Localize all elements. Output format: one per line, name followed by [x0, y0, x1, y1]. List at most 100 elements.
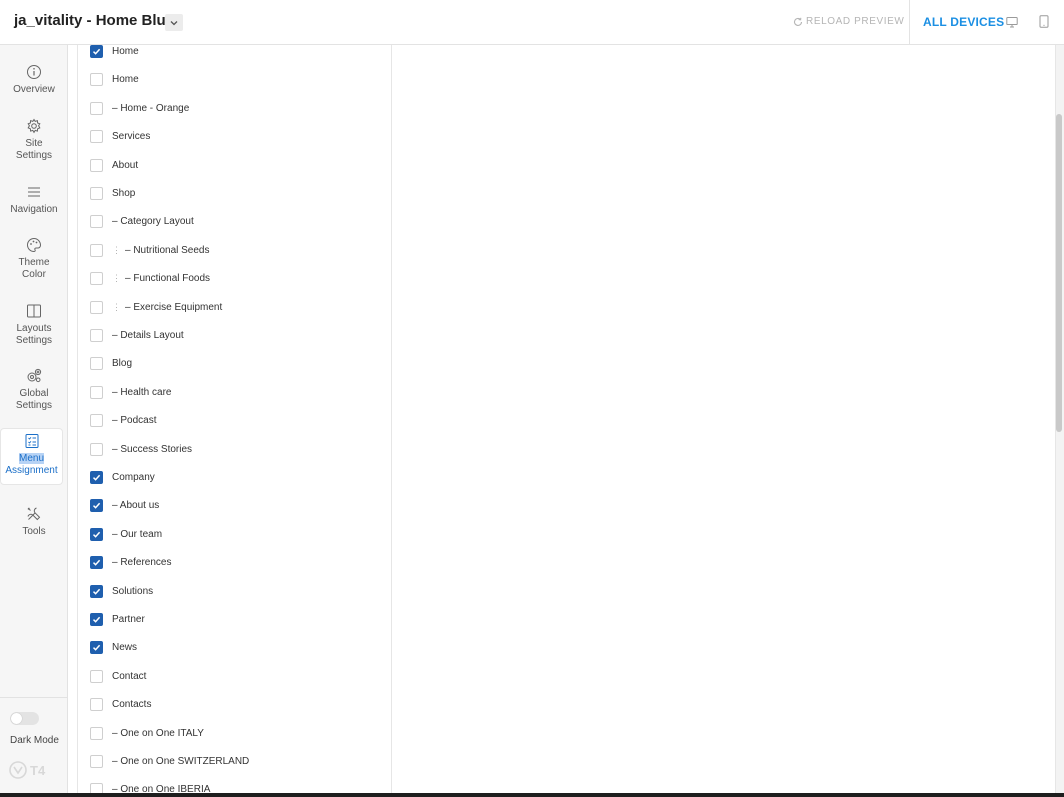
sidebar-item-navigation[interactable]: Navigation: [0, 184, 68, 216]
menu-item-checkbox[interactable]: [90, 584, 103, 598]
menu-assignment-panel: Home Home – Home - Orange Services About Shop…: [77, 45, 392, 797]
menu-item-row[interactable]: Home: [90, 45, 139, 61]
menu-item-label: – About us: [112, 499, 160, 511]
menu-item-row[interactable]: Shop: [90, 183, 135, 203]
refresh-icon: [794, 17, 803, 26]
sidebar-item-menu-assignment[interactable]: Menu Assignment: [0, 428, 63, 485]
menu-item-row[interactable]: Partner: [90, 609, 145, 629]
menu-item-row[interactable]: ⋮ – Exercise Equipment: [90, 297, 222, 317]
menu-item-checkbox[interactable]: [90, 72, 103, 86]
menu-item-row[interactable]: About: [90, 155, 138, 175]
scrollbar-thumb[interactable]: [1056, 114, 1062, 432]
menu-item-row[interactable]: – Podcast: [90, 410, 156, 430]
reload-preview-label: RELOAD PREVIEW: [806, 16, 905, 27]
tablet-icon[interactable]: [1039, 15, 1049, 28]
sidebar-item-label: Theme Color: [18, 257, 50, 280]
menu-item-row[interactable]: Home: [90, 69, 139, 89]
menu-item-row[interactable]: ⋮ – Functional Foods: [90, 268, 210, 288]
menu-item-checkbox[interactable]: [90, 385, 103, 399]
sidebar-item-tools[interactable]: Tools: [0, 506, 68, 538]
sidebar-item-global-settings[interactable]: Global Settings: [0, 368, 68, 412]
menu-item-label: Shop: [112, 187, 136, 199]
sidebar: Overview Site Settings Navigation Theme Co…: [0, 45, 68, 797]
menu-item-checkbox[interactable]: [90, 214, 103, 228]
menu-item-checkbox[interactable]: [90, 669, 103, 683]
menu-item-label: – Podcast: [112, 414, 157, 426]
menu-item-row[interactable]: – Details Layout: [90, 325, 184, 345]
menu-item-checkbox[interactable]: [90, 129, 103, 143]
all-devices-tab[interactable]: ALL DEVICES: [923, 15, 1004, 29]
sidebar-item-label: Global Settings: [15, 388, 53, 411]
menu-item-checkbox[interactable]: [90, 555, 103, 569]
menu-item-checkbox[interactable]: [90, 726, 103, 740]
menu-item-checkbox[interactable]: [90, 640, 103, 654]
menu-item-label: – Success Stories: [112, 443, 193, 455]
menu-item-row[interactable]: Company: [90, 467, 155, 487]
sidebar-item-theme-color[interactable]: Theme Color: [0, 237, 68, 281]
sidebar-item-label: Overview: [13, 84, 55, 95]
menu-item-row[interactable]: News: [90, 637, 137, 657]
menu-item-row[interactable]: ⋮ – Nutritional Seeds: [90, 240, 210, 260]
template-dropdown-button[interactable]: [165, 14, 183, 31]
drag-handle-icon: ⋮: [112, 244, 121, 255]
dark-mode-toggle[interactable]: [10, 712, 39, 725]
menu-item-row[interactable]: Contacts: [90, 694, 151, 714]
menu-item-row[interactable]: – References: [90, 552, 171, 572]
sidebar-item-site-settings[interactable]: Site Settings: [0, 118, 68, 162]
menu-item-checkbox[interactable]: [90, 271, 103, 285]
toggle-knob: [11, 713, 22, 724]
menu-item-checkbox[interactable]: [90, 45, 103, 58]
menu-item-checkbox[interactable]: [90, 498, 103, 512]
checkmark-icon: [92, 502, 101, 509]
menu-item-checkbox[interactable]: [90, 186, 103, 200]
menu-item-row[interactable]: Blog: [90, 353, 132, 373]
menu-item-checkbox[interactable]: [90, 356, 103, 370]
menu-item-label: Services: [112, 130, 151, 142]
tools-icon: [27, 507, 41, 521]
menu-item-checkbox[interactable]: [90, 754, 103, 768]
menu-item-checkbox[interactable]: [90, 442, 103, 456]
menu-item-checkbox[interactable]: [90, 413, 103, 427]
menu-item-row[interactable]: – Our team: [90, 524, 162, 544]
menu-item-row[interactable]: Solutions: [90, 581, 153, 601]
menu-item-row[interactable]: – Success Stories: [90, 439, 192, 459]
menu-item-checkbox[interactable]: [90, 527, 103, 541]
menu-item-label: Blog: [112, 357, 133, 369]
menu-item-row[interactable]: – Home - Orange: [90, 98, 189, 118]
menu-item-label: – Details Layout: [112, 329, 184, 341]
menu-item-row[interactable]: – Category Layout: [90, 211, 194, 231]
menu-item-label: Contact: [112, 670, 147, 682]
menu-item-row[interactable]: – Health care: [90, 382, 171, 402]
reload-preview-button[interactable]: RELOAD PREVIEW: [793, 16, 904, 27]
bottom-edge: [0, 793, 1064, 797]
checkmark-icon: [92, 48, 101, 55]
menu-item-label: – Category Layout: [112, 215, 194, 227]
menu-item-label: – Exercise Equipment: [125, 301, 223, 313]
menu-item-label: Company: [112, 471, 155, 483]
site-title: ja_vitality - Home Blue: [14, 12, 175, 29]
menu-item-row[interactable]: – One on One ITALY: [90, 723, 204, 743]
menu-item-row[interactable]: Services: [90, 126, 150, 146]
menu-item-label: – References: [112, 556, 172, 568]
sidebar-item-layouts-settings[interactable]: Layouts Settings: [0, 303, 68, 347]
menu-item-label: – Nutritional Seeds: [125, 244, 210, 256]
menu-item-checkbox[interactable]: [90, 328, 103, 342]
menu-item-checkbox[interactable]: [90, 697, 103, 711]
menu-item-checkbox[interactable]: [90, 158, 103, 172]
checkmark-icon: [92, 559, 101, 566]
desktop-icon[interactable]: [1006, 16, 1018, 28]
checkmark-icon: [92, 531, 101, 538]
menu-item-checkbox[interactable]: [90, 300, 103, 314]
menu-item-checkbox[interactable]: [90, 470, 103, 484]
menu-item-label: Contacts: [112, 698, 152, 710]
menu-item-row[interactable]: – One on One SWITZERLAND: [90, 751, 249, 771]
sidebar-item-overview[interactable]: Overview: [0, 64, 68, 96]
menu-item-checkbox[interactable]: [90, 101, 103, 115]
menu-item-checkbox[interactable]: [90, 243, 103, 257]
menu-item-row[interactable]: – About us: [90, 495, 159, 515]
t4-logo-text: T4: [30, 762, 46, 778]
checklist-icon: [25, 434, 38, 448]
menu-item-label: – Our team: [112, 528, 163, 540]
menu-item-checkbox[interactable]: [90, 612, 103, 626]
menu-item-row[interactable]: Contact: [90, 666, 146, 686]
